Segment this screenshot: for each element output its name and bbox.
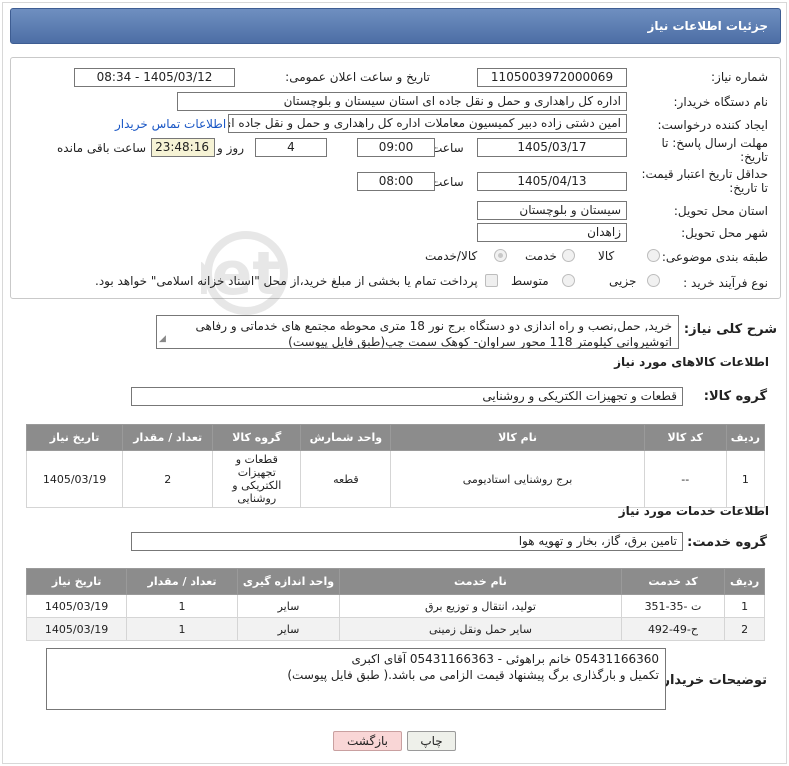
goods-col-unit: واحد شمارش — [300, 424, 392, 451]
services-table-header: ردیف کد خدمت نام خدمت واحد اندازه گیری ت… — [25, 568, 765, 595]
services-col-row: ردیف — [724, 568, 765, 595]
services-group-field: تامین برق، گاز، بخار و تهویه هوا — [131, 532, 683, 551]
purchase-type-label: نوع فرآیند خرید : — [683, 276, 768, 290]
deadline-date-field: 1405/03/17 — [477, 138, 627, 157]
goods-table-header: ردیف کد کالا نام کالا واحد شمارش گروه کا… — [25, 424, 766, 451]
services-section-title: اطلاعات خدمات مورد نیاز — [618, 504, 769, 518]
goods-col-group: گروه کالا — [212, 424, 302, 451]
days-label: روز و — [217, 141, 244, 155]
resize-grip-icon[interactable]: ◢ — [159, 331, 166, 347]
services-cell-name: تولید، انتقال و توزیع برق — [339, 594, 622, 618]
services-group-label: گروه خدمت: — [687, 535, 767, 550]
goods-col-name: نام کالا — [390, 424, 645, 451]
days-field: 4 — [255, 138, 327, 157]
back-button[interactable]: بازگشت — [333, 731, 402, 751]
services-cell-qty: 1 — [126, 617, 238, 641]
services-table: ردیف کد خدمت نام خدمت واحد اندازه گیری ت… — [25, 568, 765, 641]
services-cell-row: 1 — [724, 594, 765, 618]
services-col-qty: تعداد / مقدار — [126, 568, 238, 595]
remaining-time-field: 23:48:16 — [151, 138, 215, 157]
category-service-label: خدمت — [525, 249, 557, 263]
goods-cell-unit: قطعه — [300, 450, 392, 508]
category-label: طبقه بندی موضوعی: — [661, 250, 768, 264]
payment-note: پرداخت تمام یا بخشی از مبلغ خرید،از محل … — [95, 274, 478, 288]
description-label: شرح کلی نیاز: — [683, 322, 777, 337]
validity-time-field: 08:00 — [357, 172, 435, 191]
deadline-time-label: ساعت — [431, 141, 464, 155]
print-button[interactable]: چاپ — [407, 731, 456, 751]
table-row: 1 ت -35-351 تولید، انتقال و توزیع برق سا… — [25, 594, 765, 618]
services-col-date: تاریخ نیاز — [25, 568, 128, 595]
buyer-org-field: اداره کل راهداری و حمل و نقل جاده ای است… — [177, 92, 627, 111]
validity-time-label: ساعت — [431, 175, 464, 189]
table-row: 1 -- برج روشنایی استادیومی قطعه قطعات و … — [25, 450, 766, 508]
services-cell-date: 1405/03/19 — [25, 617, 128, 641]
buyer-notes-label: توضیحات خریدار: — [657, 673, 767, 688]
contact-buyer-link[interactable]: اطلاعات تماس خریدار — [115, 117, 226, 131]
remaining-label: ساعت باقی مانده — [57, 141, 147, 155]
need-number-label: شماره نیاز: — [711, 70, 768, 84]
deadline-time-field: 09:00 — [357, 138, 435, 157]
services-cell-date: 1405/03/19 — [25, 594, 128, 618]
goods-group-label: گروه کالا: — [703, 389, 767, 404]
purchase-medium-label: متوسط — [511, 274, 549, 288]
services-cell-qty: 1 — [126, 594, 238, 618]
goods-cell-code: -- — [643, 450, 727, 508]
treasury-checkbox[interactable] — [485, 274, 498, 287]
goods-cell-qty: 2 — [122, 450, 214, 508]
creator-field: امین دشتی زاده دبیر کمیسیون معاملات ادار… — [228, 114, 627, 133]
announce-field: 1405/03/12 - 08:34 — [74, 68, 235, 87]
goods-table: ردیف کد کالا نام کالا واحد شمارش گروه کا… — [25, 424, 766, 508]
buyer-notes-line-1: 05431166360 خانم براهوئی - 05431166363 آ… — [351, 652, 659, 666]
announce-label: تاریخ و ساعت اعلان عمومی: — [285, 70, 430, 84]
services-cell-name: سایر حمل ونقل زمینی — [339, 617, 622, 641]
buyer-notes-textarea[interactable]: 05431166360 خانم براهوئی - 05431166363 آ… — [46, 648, 666, 710]
deadline-label: مهلت ارسال پاسخ: تا — [661, 136, 768, 150]
province-field: سیستان و بلوچستان — [477, 201, 627, 220]
goods-col-qty: تعداد / مقدار — [122, 424, 214, 451]
services-cell-unit: سایر — [236, 617, 341, 641]
creator-label: ایجاد کننده درخواست: — [657, 118, 768, 132]
validity-label-2: تا تاریخ: — [729, 181, 768, 195]
category-goods-radio[interactable] — [647, 249, 660, 262]
purchase-partial-label: جزیی — [609, 274, 637, 288]
goods-section-title: اطلاعات کالاهای مورد نیاز — [614, 355, 769, 369]
need-info-panel: AriaTender.net شماره نیاز: 1105003972000… — [10, 57, 781, 315]
purchase-medium-radio[interactable] — [562, 274, 575, 287]
goods-cell-group: قطعات و تجهیزات الکتریکی و روشنایی — [212, 450, 302, 508]
validity-date-field: 1405/04/13 — [477, 172, 627, 191]
services-col-name: نام خدمت — [339, 568, 622, 595]
validity-label: حداقل تاریخ اعتبار قیمت: — [641, 167, 768, 181]
buyer-org-label: نام دستگاه خریدار: — [673, 95, 769, 109]
category-goods-label: کالا — [598, 249, 615, 263]
category-goods-service-radio[interactable] — [494, 249, 507, 262]
deadline-label-2: تاریخ: — [740, 150, 768, 164]
buyer-notes-line-2: تکمیل و بارگذاری برگ پیشنهاد قیمت الزامی… — [287, 668, 659, 682]
goods-col-code: کد کالا — [643, 424, 727, 451]
goods-cell-row: 1 — [725, 450, 766, 508]
services-cell-code: ت -35-351 — [620, 594, 726, 618]
goods-cell-name: برج روشنایی استادیومی — [390, 450, 645, 508]
description-text: خرید, حمل,نصب و راه اندازی دو دستگاه برج… — [195, 319, 672, 349]
need-number-field: 1105003972000069 — [477, 68, 627, 87]
province-label: استان محل تحویل: — [673, 204, 768, 218]
goods-col-date: تاریخ نیاز — [25, 424, 124, 451]
goods-group-field: قطعات و تجهیزات الکتریکی و روشنایی — [131, 387, 683, 406]
description-textarea[interactable]: خرید, حمل,نصب و راه اندازی دو دستگاه برج… — [156, 315, 679, 349]
category-goods-service-label: کالا/خدمت — [425, 249, 478, 263]
goods-col-row: ردیف — [725, 424, 766, 451]
services-cell-unit: سایر — [236, 594, 341, 618]
city-label: شهر محل تحویل: — [681, 226, 768, 240]
goods-cell-date: 1405/03/19 — [25, 450, 124, 508]
page-title: جزئیات اطلاعات نیاز — [10, 8, 781, 44]
purchase-partial-radio[interactable] — [647, 274, 660, 287]
services-cell-row: 2 — [724, 617, 765, 641]
services-col-unit: واحد اندازه گیری — [236, 568, 341, 595]
city-field: زاهدان — [477, 223, 627, 242]
table-row: 2 ح-49-492 سایر حمل ونقل زمینی سایر 1 14… — [25, 617, 765, 641]
services-cell-code: ح-49-492 — [620, 617, 726, 641]
category-service-radio[interactable] — [562, 249, 575, 262]
services-col-code: کد خدمت — [620, 568, 726, 595]
